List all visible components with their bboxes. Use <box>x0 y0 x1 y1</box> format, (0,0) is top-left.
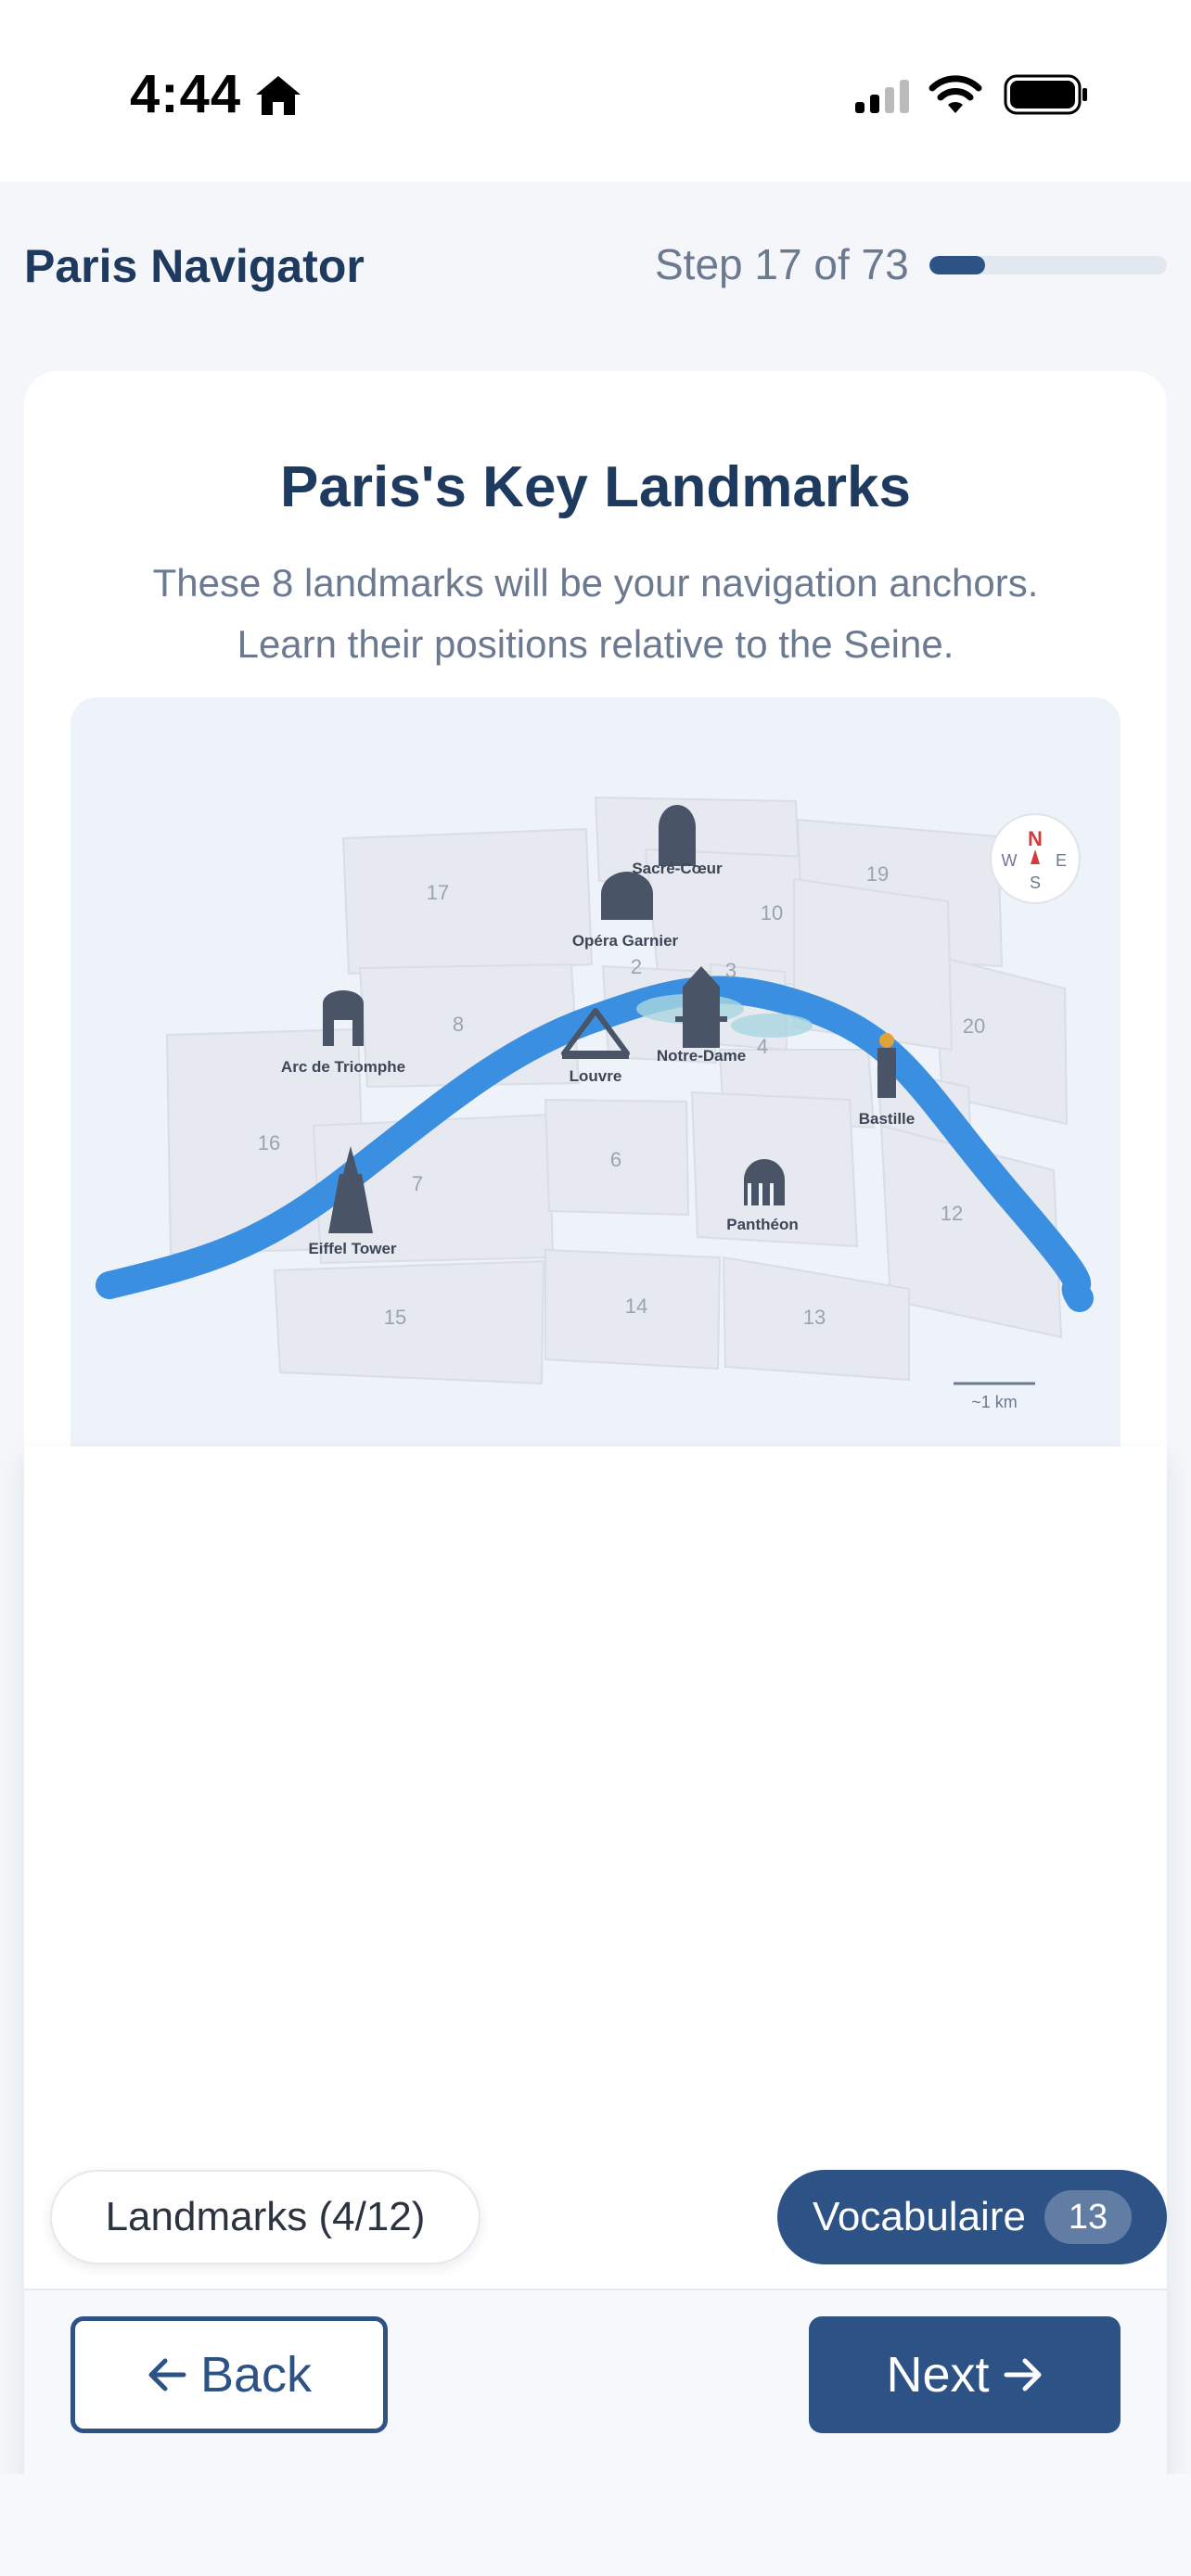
arr-label: 6 <box>610 1148 621 1171</box>
vocab-count-badge: 13 <box>1044 2190 1132 2244</box>
arr-label: 4 <box>757 1035 768 1058</box>
back-button[interactable]: Back <box>70 2316 388 2433</box>
landmarks-chip-label: Landmarks (4/12) <box>105 2194 426 2239</box>
app-screen: Paris Navigator Step 17 of 73 Paris's Ke… <box>0 182 1191 2557</box>
back-button-label: Back <box>199 2347 313 2403</box>
wifi-icon <box>928 75 982 113</box>
landmark-label-notre-dame: Notre-Dame <box>657 1047 746 1065</box>
arr-label: 13 <box>803 1306 826 1329</box>
compass-s: S <box>1030 874 1041 892</box>
paris-map: 17 10 19 2 3 8 20 4 16 7 6 12 15 14 13 S… <box>70 697 1121 1480</box>
status-time: 4:44 <box>130 64 242 124</box>
opera-garnier-icon <box>601 872 653 920</box>
scale-label: ~1 km <box>971 1393 1018 1411</box>
arr-label: 20 <box>963 1014 985 1038</box>
home-indicator-area <box>0 2474 1191 2576</box>
scale-bar: ~1 km <box>954 1382 1035 1411</box>
arr-label: 8 <box>453 1013 464 1036</box>
lesson-title: Paris's Key Landmarks <box>280 455 911 519</box>
arr-label: 12 <box>941 1202 963 1225</box>
arr-label: 7 <box>412 1172 423 1195</box>
compass-n: N <box>1028 827 1043 850</box>
progress-fill <box>929 256 985 274</box>
sacre-coeur-icon <box>659 805 696 866</box>
vocab-chip-label: Vocabulaire <box>813 2194 1026 2239</box>
landmark-label-opera-garnier: Opéra Garnier <box>572 932 679 950</box>
arrow-right-icon <box>1004 2358 1042 2391</box>
lesson-subtitle: These 8 landmarks will be your navigatio… <box>80 553 1111 675</box>
arr-label: 19 <box>866 862 889 886</box>
compass-w: W <box>1002 851 1018 870</box>
arr-label: 14 <box>625 1294 647 1318</box>
step-counter: Step 17 of 73 <box>655 240 909 288</box>
next-button[interactable]: Next <box>809 2316 1121 2433</box>
landmark-label-bastille: Bastille <box>859 1110 915 1128</box>
landmark-label-sacre-coeur: Sacré-Cœur <box>632 860 723 877</box>
battery-icon <box>1004 74 1087 115</box>
bastille-icon <box>877 1033 896 1098</box>
ile-saint-louis <box>731 1014 813 1038</box>
lesson-card: Paris's Key Landmarks These 8 landmarks … <box>24 371 1167 1480</box>
arr-label: 10 <box>761 901 783 925</box>
vocabulary-chip[interactable]: Vocabulaire 13 <box>777 2170 1167 2264</box>
arr-label: 3 <box>725 959 736 982</box>
arr-label: 2 <box>631 955 642 978</box>
app-title: Paris Navigator <box>24 240 365 292</box>
next-button-label: Next <box>886 2347 990 2403</box>
arr-label: 16 <box>258 1131 280 1154</box>
landmark-label-louvre: Louvre <box>570 1067 622 1085</box>
landmark-label-arc-de-triomphe: Arc de Triomphe <box>281 1058 405 1076</box>
arrow-left-icon <box>148 2358 186 2391</box>
landmark-label-pantheon: Panthéon <box>726 1216 798 1233</box>
status-bar: 4:44 <box>0 0 1191 182</box>
arr-label: 15 <box>384 1306 406 1329</box>
map-canvas: 17 10 19 2 3 8 20 4 16 7 6 12 15 14 13 S… <box>96 796 1094 1411</box>
home-icon <box>256 76 301 115</box>
pantheon-icon <box>744 1159 785 1205</box>
arr-label: 17 <box>427 881 449 904</box>
lesson-card-footer-area: Landmarks (4/12) Vocabulaire 13 Back Nex… <box>24 1447 1167 2557</box>
signal-icon <box>855 80 909 113</box>
subtitle-line-1: These 8 landmarks will be your navigatio… <box>152 561 1039 605</box>
landmark-label-eiffel-tower: Eiffel Tower <box>308 1240 396 1257</box>
compass-e: E <box>1056 851 1067 870</box>
subtitle-line-2: Learn their positions relative to the Se… <box>237 622 954 666</box>
compass: N E S W <box>990 813 1081 904</box>
progress-bar <box>929 256 1167 274</box>
landmarks-progress-chip[interactable]: Landmarks (4/12) <box>50 2170 480 2264</box>
